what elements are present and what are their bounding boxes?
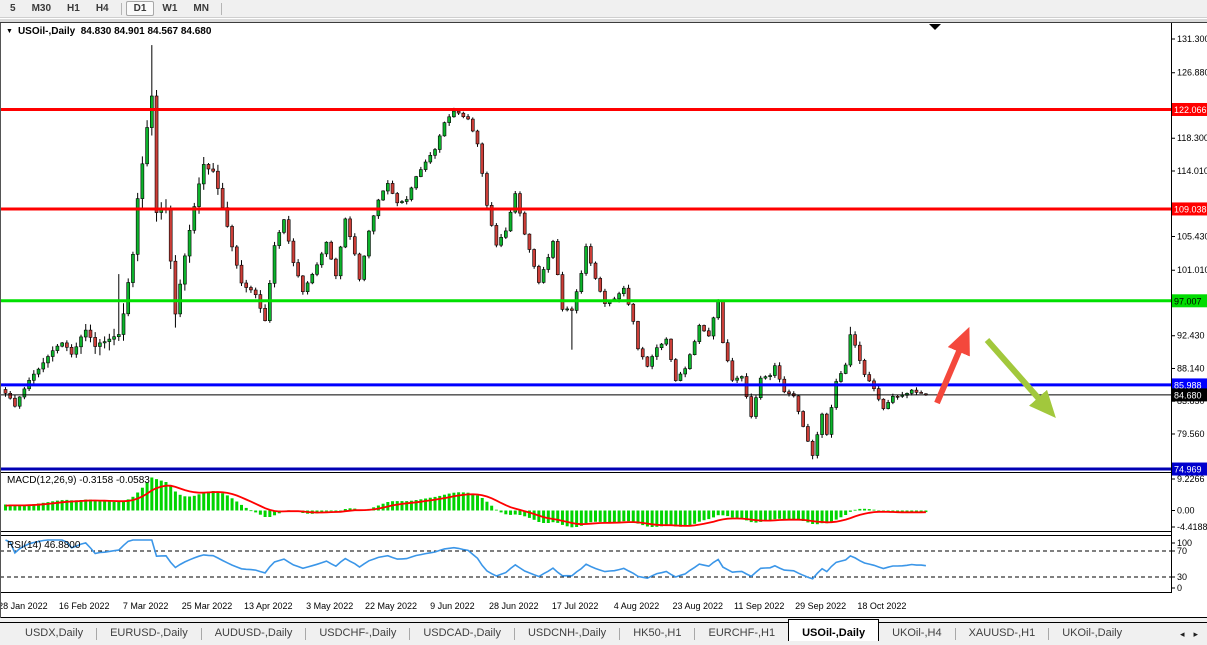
timeframe-button-D1[interactable]: D1 xyxy=(126,1,155,16)
price-axis-label-109.038: 109.038 xyxy=(1171,202,1207,215)
svg-text:92.430: 92.430 xyxy=(1177,331,1205,341)
chart-window: 131.300 126.880 118.300 114.010 105.430 101.0… xyxy=(0,23,1207,618)
price-axis-label-122.066: 122.066 xyxy=(1171,103,1207,116)
tab-scroll-right-icon[interactable]: ▸ xyxy=(1193,629,1198,640)
svg-text:97.007: 97.007 xyxy=(1174,296,1202,306)
svg-text:28 Jan 2022: 28 Jan 2022 xyxy=(0,601,48,611)
svg-text:23 Aug 2022: 23 Aug 2022 xyxy=(673,601,724,611)
svg-text:126.880: 126.880 xyxy=(1177,68,1207,78)
svg-text:118.300: 118.300 xyxy=(1177,133,1207,143)
svg-text:0: 0 xyxy=(1177,583,1182,593)
timeframe-button-MN[interactable]: MN xyxy=(185,1,217,16)
svg-text:79.560: 79.560 xyxy=(1177,429,1205,439)
svg-text:131.300: 131.300 xyxy=(1177,34,1207,44)
macd-indicator-label: MACD(12,26,9) -0.3158 -0.0583 xyxy=(7,475,150,486)
tab-scroll-left-icon[interactable]: ◂ xyxy=(1180,629,1185,640)
price-axis-label-84.680: 84.680 xyxy=(1171,388,1207,401)
symbol-tab-XAUUSD-H1[interactable]: XAUUSD-,H1 xyxy=(956,623,1049,645)
tab-scroll-controls: ◂▸ xyxy=(1180,623,1207,645)
svg-text:105.430: 105.430 xyxy=(1177,231,1207,241)
timeframe-button-M30[interactable]: M30 xyxy=(24,1,59,16)
svg-text:7 Mar 2022: 7 Mar 2022 xyxy=(123,601,169,611)
symbol-tab-USDCHF-Daily[interactable]: USDCHF-,Daily xyxy=(306,623,409,645)
time-axis[interactable]: 28 Jan 2022 16 Feb 2022 7 Mar 2022 25 Mar 2… xyxy=(0,601,906,611)
symbol-tab-EURUSD-Daily[interactable]: EURUSD-,Daily xyxy=(97,623,201,645)
svg-text:122.066: 122.066 xyxy=(1174,105,1207,115)
svg-text:16 Feb 2022: 16 Feb 2022 xyxy=(59,601,110,611)
rsi-indicator-label: RSI(14) 46.8800 xyxy=(7,540,80,551)
svg-text:18 Oct 2022: 18 Oct 2022 xyxy=(857,601,906,611)
symbol-tab-USOil-Daily[interactable]: USOil-,Daily xyxy=(788,619,879,641)
svg-text:114.010: 114.010 xyxy=(1177,166,1207,176)
svg-text:70: 70 xyxy=(1177,546,1187,556)
svg-text:11 Sep 2022: 11 Sep 2022 xyxy=(734,601,784,611)
svg-text:25 Mar 2022: 25 Mar 2022 xyxy=(182,601,233,611)
svg-text:4 Aug 2022: 4 Aug 2022 xyxy=(614,601,660,611)
svg-text:101.010: 101.010 xyxy=(1177,265,1207,275)
toolbar-separator xyxy=(121,3,122,15)
svg-text:9.2266: 9.2266 xyxy=(1177,474,1205,484)
timeframe-button-H1[interactable]: H1 xyxy=(59,1,88,16)
timeframe-button-W1[interactable]: W1 xyxy=(154,1,185,16)
chart-canvas[interactable]: 131.300 126.880 118.300 114.010 105.430 101.0… xyxy=(0,23,1207,618)
chart-dropdown-icon[interactable]: ▼ xyxy=(6,28,13,35)
symbol-tab-AUDUSD-Daily[interactable]: AUDUSD-,Daily xyxy=(202,623,306,645)
symbol-tab-USDX-Daily[interactable]: USDX,Daily xyxy=(12,623,96,645)
svg-text:109.038: 109.038 xyxy=(1174,204,1207,214)
price-axis-label-97.007: 97.007 xyxy=(1171,294,1207,307)
chart-symbol-label: USOil-,Daily xyxy=(18,26,75,37)
chart-ohlc-values: 84.830 84.901 84.567 84.680 xyxy=(81,26,212,37)
svg-text:22 May 2022: 22 May 2022 xyxy=(365,601,417,611)
svg-text:30: 30 xyxy=(1177,572,1187,582)
toolbar-separator xyxy=(221,3,222,15)
symbol-tab-HK50-H1[interactable]: HK50-,H1 xyxy=(620,623,694,645)
symbol-tab-USDCNH-Daily[interactable]: USDCNH-,Daily xyxy=(515,623,619,645)
svg-text:88.140: 88.140 xyxy=(1177,363,1205,373)
chart-title: ▼ USOil-,Daily 84.830 84.901 84.567 84.68… xyxy=(6,26,211,37)
symbol-tab-USDCAD-Daily[interactable]: USDCAD-,Daily xyxy=(410,623,514,645)
timeframe-button-5[interactable]: 5 xyxy=(2,1,24,16)
symbol-tab-UKOil-Daily[interactable]: UKOil-,Daily xyxy=(1049,623,1135,645)
symbol-tab-EURCHF-H1[interactable]: EURCHF-,H1 xyxy=(695,623,788,645)
svg-text:29 Sep 2022: 29 Sep 2022 xyxy=(795,601,846,611)
timeframe-button-H4[interactable]: H4 xyxy=(88,1,117,16)
svg-text:0.00: 0.00 xyxy=(1177,506,1195,516)
svg-text:9 Jun 2022: 9 Jun 2022 xyxy=(430,601,475,611)
svg-text:17 Jul 2022: 17 Jul 2022 xyxy=(552,601,599,611)
symbol-tab-UKOil-H4[interactable]: UKOil-,H4 xyxy=(879,623,955,645)
svg-text:28 Jun 2022: 28 Jun 2022 xyxy=(489,601,539,611)
symbol-tab-bar: USDX,DailyEURUSD-,DailyAUDUSD-,DailyUSDC… xyxy=(0,622,1207,645)
svg-text:84.680: 84.680 xyxy=(1174,390,1202,400)
timeframe-toolbar: 5M30H1H4 D1W1MN xyxy=(0,0,1207,18)
svg-text:13 Apr 2022: 13 Apr 2022 xyxy=(244,601,293,611)
svg-text:-4.4188: -4.4188 xyxy=(1177,522,1207,532)
svg-text:3 May 2022: 3 May 2022 xyxy=(306,601,353,611)
